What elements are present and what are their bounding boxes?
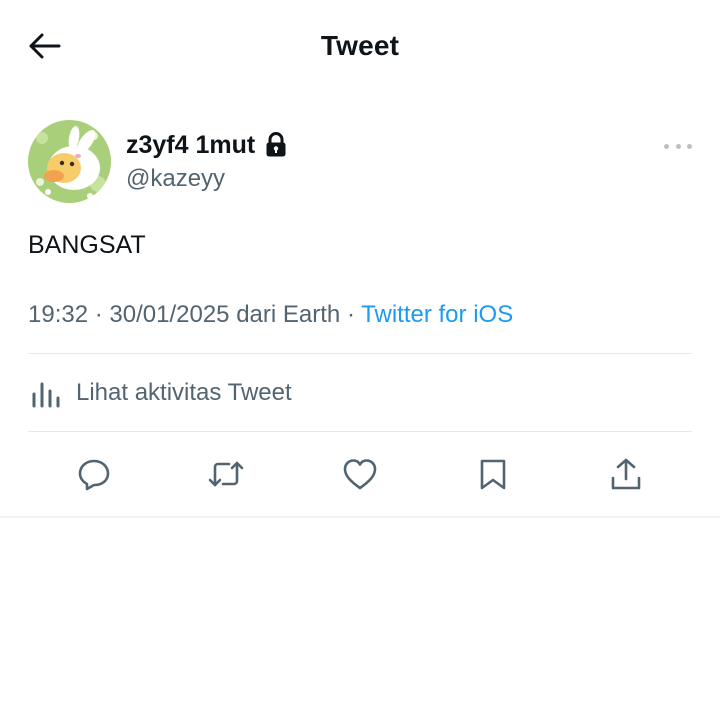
like-button[interactable] [336,450,384,498]
tweet-text: BANGSAT [28,231,146,259]
avatar-duck-image [28,120,111,203]
reply-button[interactable] [70,450,118,498]
tweet-action-bar [28,450,692,498]
meta-separator: · [94,301,103,328]
more-dot [687,143,692,149]
meta-separator: · [346,301,355,328]
like-icon [343,459,377,490]
tweet-meta: 19:32 · 30/01/2025 dari Earth · Twitter … [28,298,513,332]
tweet-location: dari Earth [236,301,341,328]
tweet-activity-link[interactable]: Lihat aktivitas Tweet [28,370,292,416]
share-button[interactable] [602,450,650,498]
bookmark-icon [480,459,506,490]
divider [28,431,692,432]
section-divider [0,516,720,518]
tweet-source-link[interactable]: Twitter for iOS [361,301,513,328]
bookmark-button[interactable] [469,450,517,498]
bar-chart-icon [28,375,64,411]
avatar[interactable] [28,120,111,203]
more-horizontal-icon [664,143,669,149]
display-name[interactable]: z3yf4 1mut [126,128,255,162]
top-bar: Tweet [0,0,720,92]
tweet-time: 19:32 [28,301,89,328]
divider [28,353,692,354]
user-names: z3yf4 1mut @kazeyy [126,128,287,196]
page-title: Tweet [320,30,400,61]
activity-label: Lihat aktivitas Tweet [76,379,292,406]
user-handle[interactable]: @kazeyy [126,162,287,196]
more-dot [675,143,681,149]
tweet-date: 30/01/2025 [109,301,230,328]
lock-icon [265,132,287,158]
retweet-button[interactable] [202,450,250,498]
more-options-button[interactable] [664,134,692,158]
share-icon [611,458,641,490]
display-name-row: z3yf4 1mut [126,128,287,162]
reply-icon [78,459,110,491]
retweet-icon [208,461,244,487]
